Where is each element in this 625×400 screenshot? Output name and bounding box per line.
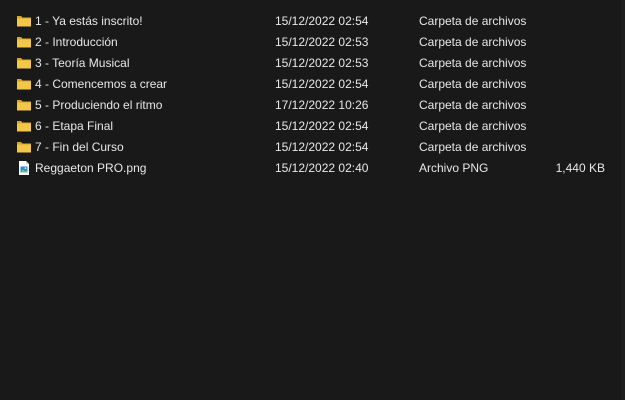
folder-icon — [17, 120, 31, 131]
file-type: Archivo PNG — [419, 160, 489, 175]
folder-icon — [17, 78, 31, 89]
file-row-8[interactable]: Reggaeton PRO.png 15/12/2022 02:40 Archi… — [12, 157, 620, 178]
folder-icon — [17, 36, 31, 47]
file-name: 1 - Ya estás inscrito! — [35, 13, 143, 28]
file-row-1[interactable]: 1 - Ya estás inscrito! 15/12/2022 02:54 … — [12, 10, 620, 31]
file-type: Carpeta de archivos — [419, 55, 527, 70]
date-modified: 15/12/2022 02:53 — [275, 55, 369, 70]
file-name: Reggaeton PRO.png — [35, 160, 147, 175]
file-type: Carpeta de archivos — [419, 34, 527, 49]
name-cell: 7 - Fin del Curso — [12, 139, 275, 155]
scroll-track-edge — [621, 0, 625, 400]
file-type: Carpeta de archivos — [419, 139, 527, 154]
file-name: 6 - Etapa Final — [35, 118, 114, 133]
file-row-4[interactable]: 4 - Comencemos a crear 15/12/2022 02:54 … — [12, 73, 620, 94]
file-type: Carpeta de archivos — [419, 97, 527, 112]
file-name: 7 - Fin del Curso — [35, 139, 124, 154]
file-list: 1 - Ya estás inscrito! 15/12/2022 02:54 … — [0, 0, 625, 400]
name-cell: 6 - Etapa Final — [12, 118, 275, 134]
file-name: 3 - Teoría Musical — [35, 55, 130, 70]
folder-icon — [17, 99, 31, 110]
name-cell: 5 - Produciendo el ritmo — [12, 97, 275, 113]
file-name: 2 - Introducción — [35, 34, 118, 49]
file-row-7[interactable]: 7 - Fin del Curso 15/12/2022 02:54 Carpe… — [12, 136, 620, 157]
file-name: 4 - Comencemos a crear — [35, 76, 168, 91]
file-size: 1,440 KB — [555, 160, 605, 175]
name-cell: 3 - Teoría Musical — [12, 55, 275, 71]
png-file-icon — [19, 160, 29, 175]
date-modified: 15/12/2022 02:54 — [275, 139, 369, 154]
file-type: Carpeta de archivos — [419, 13, 527, 28]
file-name: 5 - Produciendo el ritmo — [35, 97, 163, 112]
file-row-3[interactable]: 3 - Teoría Musical 15/12/2022 02:53 Carp… — [12, 52, 620, 73]
folder-icon — [17, 57, 31, 68]
file-type: Carpeta de archivos — [419, 118, 527, 133]
file-row-5[interactable]: 5 - Produciendo el ritmo 17/12/2022 10:2… — [12, 94, 620, 115]
name-cell: Reggaeton PRO.png — [12, 160, 275, 176]
name-cell: 1 - Ya estás inscrito! — [12, 13, 275, 29]
file-type: Carpeta de archivos — [419, 76, 527, 91]
date-modified: 15/12/2022 02:40 — [275, 160, 369, 175]
file-row-2[interactable]: 2 - Introducción 15/12/2022 02:53 Carpet… — [12, 31, 620, 52]
name-cell: 2 - Introducción — [12, 34, 275, 50]
date-modified: 15/12/2022 02:54 — [275, 118, 369, 133]
folder-icon — [17, 15, 31, 26]
folder-icon — [17, 141, 31, 152]
date-modified: 15/12/2022 02:54 — [275, 13, 369, 28]
name-cell: 4 - Comencemos a crear — [12, 76, 275, 92]
date-modified: 15/12/2022 02:54 — [275, 76, 369, 91]
date-modified: 15/12/2022 02:53 — [275, 34, 369, 49]
date-modified: 17/12/2022 10:26 — [275, 97, 369, 112]
file-row-6[interactable]: 6 - Etapa Final 15/12/2022 02:54 Carpeta… — [12, 115, 620, 136]
